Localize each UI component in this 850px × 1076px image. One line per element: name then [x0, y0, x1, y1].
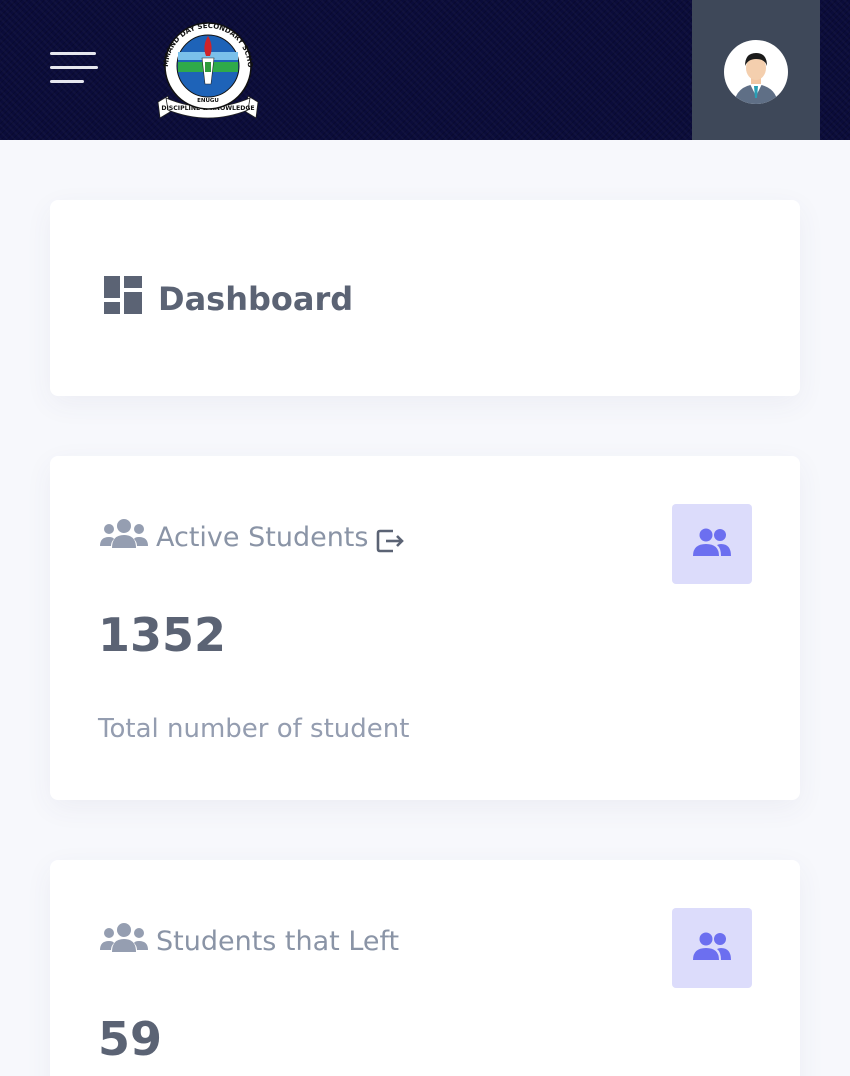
stat-value: 1352	[98, 608, 227, 662]
stat-label: Students that Left	[156, 926, 400, 957]
stat-badge	[672, 504, 752, 584]
user-avatar[interactable]	[724, 40, 788, 104]
users-icon	[100, 518, 148, 548]
group-icon	[693, 932, 731, 964]
school-logo[interactable]: DISCIPLINE & KNOWLEDGE COMMAND DAY SECON…	[149, 12, 264, 122]
stat-note: Total number of student	[98, 714, 410, 744]
dashboard-grid-icon	[104, 276, 142, 314]
profile-menu[interactable]	[692, 0, 820, 140]
stat-value: 59	[98, 1012, 163, 1066]
dashboard-title-card: Dashboard	[50, 200, 800, 396]
users-icon	[100, 922, 148, 952]
group-icon	[693, 528, 731, 560]
page-title: Dashboard	[158, 280, 354, 318]
stat-label: Active Students	[156, 522, 369, 553]
logout-icon[interactable]	[376, 528, 406, 554]
svg-text:ENUGU: ENUGU	[197, 98, 219, 104]
top-navbar: DISCIPLINE & KNOWLEDGE COMMAND DAY SECON…	[0, 0, 850, 140]
stat-card-active-students: Active Students 1352 Total number of stu…	[50, 456, 800, 800]
stat-card-students-left: Students that Left 59	[50, 860, 800, 1076]
stat-badge	[672, 908, 752, 988]
hamburger-menu-icon[interactable]	[50, 52, 98, 86]
